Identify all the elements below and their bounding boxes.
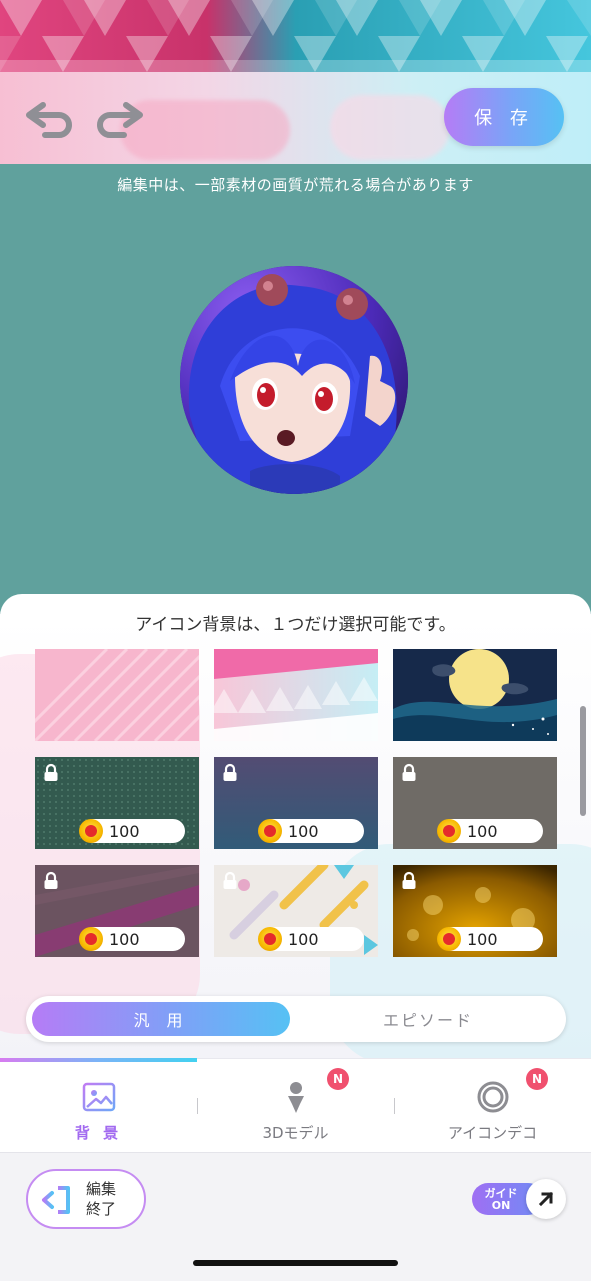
icon-preview-area: 編集中は、一部素材の画質が荒れる場合があります (0, 164, 591, 614)
price-value: 100 (467, 929, 498, 949)
background-tile-pink-stripes[interactable] (35, 649, 199, 741)
background-tile-gray-plain[interactable]: 100 (393, 757, 557, 849)
coin-icon (258, 927, 282, 951)
lock-icon (223, 871, 237, 889)
undo-button[interactable] (24, 97, 78, 141)
redo-arrow-icon (97, 102, 143, 138)
category-background[interactable]: 背 景 (0, 1058, 197, 1152)
coin-icon (79, 927, 103, 951)
coin-icon (437, 819, 461, 843)
price-tag: 100 (437, 819, 543, 843)
home-indicator (193, 1260, 398, 1266)
guide-knob (526, 1179, 566, 1219)
tab-episode[interactable]: エピソード (296, 1002, 560, 1036)
new-badge: N (526, 1068, 548, 1090)
price-tag: 100 (258, 819, 364, 843)
coin-icon (79, 819, 103, 843)
preview-note: 編集中は、一部素材の画質が荒れる場合があります (117, 176, 474, 194)
background-tile-full-moon-night[interactable] (393, 649, 557, 741)
coin-icon (258, 819, 282, 843)
lock-icon (223, 763, 237, 781)
lock-icon (402, 871, 416, 889)
background-blob (330, 95, 450, 160)
exit-icon (42, 1186, 70, 1214)
arrow-up-right-icon (538, 1191, 554, 1207)
price-tag: 100 (258, 927, 364, 951)
lock-icon (44, 871, 58, 889)
background-tile-pastel-triangles[interactable] (214, 649, 378, 741)
redo-button[interactable] (91, 97, 145, 141)
background-tile-green-dots[interactable]: 100 (35, 757, 199, 849)
price-value: 100 (288, 821, 319, 841)
category-label: 背 景 (74, 1124, 123, 1142)
category-label: 3Dモデル (262, 1124, 329, 1142)
undo-arrow-icon (26, 102, 72, 138)
tile-thumbnail (214, 649, 378, 741)
background-tile-purple-blue-gradient[interactable]: 100 (214, 757, 378, 849)
panel-title: アイコン背景は、１つだけ選択可能です。 (135, 615, 456, 635)
image-icon (82, 1082, 116, 1112)
price-tag: 100 (79, 819, 185, 843)
new-badge: N (327, 1068, 349, 1090)
tile-thumbnail (393, 649, 557, 741)
category-label: アイコンデコ (447, 1124, 538, 1142)
save-button[interactable]: 保 存 (444, 88, 564, 146)
price-value: 100 (109, 929, 140, 949)
category-bar: 背 景 N 3Dモデル N アイコンデコ (0, 1058, 591, 1152)
category-3d-model[interactable]: N 3Dモデル (197, 1058, 394, 1152)
tab-general[interactable]: 汎 用 (32, 1002, 290, 1036)
price-tag: 100 (79, 927, 185, 951)
price-value: 100 (467, 821, 498, 841)
background-tile-mauve-diagonal[interactable]: 100 (35, 865, 199, 957)
background-blob (120, 100, 290, 160)
lock-icon (402, 763, 416, 781)
guide-toggle[interactable]: ガイド ON (472, 1179, 566, 1219)
category-icon-deco[interactable]: N アイコンデコ (394, 1058, 591, 1152)
end-editing-line-1: 編集 (86, 1180, 117, 1198)
tile-thumbnail (35, 649, 199, 741)
end-editing-button[interactable]: 編集 終了 (26, 1169, 146, 1229)
price-tag: 100 (437, 927, 543, 951)
end-editing-label: 編集 終了 (86, 1179, 136, 1219)
avatar-character-image (180, 266, 408, 494)
coin-icon (437, 927, 461, 951)
price-value: 100 (109, 821, 140, 841)
segment-control: 汎 用 エピソード (26, 996, 566, 1042)
lock-icon (44, 763, 58, 781)
background-tile-confetti-shapes[interactable]: 100 (214, 865, 378, 957)
background-tile-gold-bokeh[interactable]: 100 (393, 865, 557, 957)
avatar-preview (180, 266, 408, 494)
scrollbar[interactable] (580, 706, 586, 816)
price-value: 100 (288, 929, 319, 949)
model-figure-icon (288, 1082, 304, 1113)
ring-icon (477, 1081, 509, 1113)
triangle-pattern (0, 0, 591, 72)
background-selection-panel: アイコン背景は、１つだけ選択可能です。 100 100 100 100 100 … (0, 594, 591, 1058)
guide-label: ガイド ON (484, 1187, 518, 1212)
end-editing-line-2: 終了 (86, 1200, 117, 1218)
